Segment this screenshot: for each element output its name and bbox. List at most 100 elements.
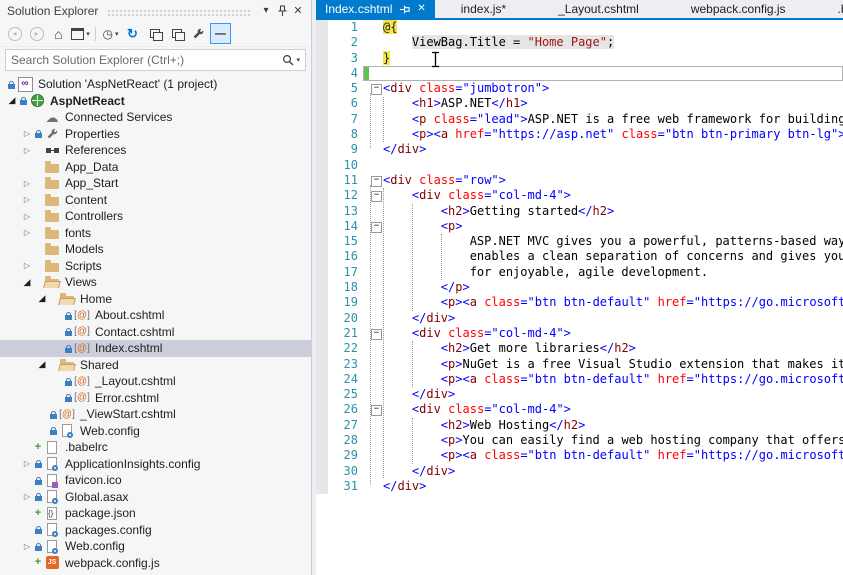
line-number[interactable]: 27 bbox=[328, 418, 364, 433]
line-number[interactable]: 14 bbox=[328, 219, 364, 234]
code-line-5[interactable]: 5−<div class="jumbotron"> bbox=[316, 81, 843, 96]
code-line-29[interactable]: 29 <p><a class="btn btn-default" href="h… bbox=[316, 448, 843, 463]
tree-item-app-data[interactable]: App_Data bbox=[0, 159, 311, 176]
code-text[interactable]: } bbox=[383, 51, 843, 66]
tree-item-connected-services[interactable]: ☁Connected Services bbox=[0, 109, 311, 126]
code-text[interactable]: <h2>Web Hosting</h2> bbox=[383, 418, 843, 433]
pending-changes-filter-button[interactable]: ◷▾ bbox=[100, 23, 121, 44]
line-number[interactable]: 11 bbox=[328, 173, 364, 188]
code-line-31[interactable]: 31 </div> bbox=[316, 479, 843, 494]
expand-arrow-icon[interactable]: ▷ bbox=[21, 179, 33, 188]
code-line-16[interactable]: 16 enables a clean separation of concern… bbox=[316, 249, 843, 264]
expand-arrow-icon[interactable]: ▷ bbox=[21, 129, 33, 138]
forward-button[interactable]: ▸ bbox=[26, 23, 47, 44]
panel-drag-grip[interactable] bbox=[107, 9, 251, 16]
tree-item-aspnetreact[interactable]: ◢AspNetReact bbox=[0, 93, 311, 110]
tree-item-properties[interactable]: ▷Properties bbox=[0, 126, 311, 143]
code-text[interactable]: <h1>ASP.NET</h1> bbox=[383, 96, 843, 111]
line-number[interactable]: 17 bbox=[328, 265, 364, 280]
code-line-8[interactable]: 8 <p><a href="https://asp.net" class="bt… bbox=[316, 127, 843, 142]
code-line-9[interactable]: 9 </div> bbox=[316, 142, 843, 157]
code-line-7[interactable]: 7 <p class="lead">ASP.NET is a free web … bbox=[316, 112, 843, 127]
expand-arrow-icon[interactable]: ▷ bbox=[21, 212, 33, 221]
code-text[interactable]: <p><a href="https://asp.net" class="btn … bbox=[383, 127, 843, 142]
fold-margin[interactable]: − bbox=[369, 402, 383, 417]
code-text[interactable]: </div> bbox=[383, 479, 843, 494]
tree-item-about-cshtml[interactable]: [@]About.cshtml bbox=[0, 307, 311, 324]
tree-item-babelrc[interactable]: +.babelrc bbox=[0, 439, 311, 456]
code-line-4[interactable]: 4 bbox=[316, 66, 843, 81]
tree-item-contact-cshtml[interactable]: [@]Contact.cshtml bbox=[0, 324, 311, 341]
code-text[interactable]: </div> bbox=[383, 142, 843, 157]
collapse-arrow-icon[interactable]: ◢ bbox=[6, 95, 18, 106]
line-number[interactable]: 1 bbox=[328, 20, 364, 35]
code-line-20[interactable]: 20 </div> bbox=[316, 311, 843, 326]
line-number[interactable]: 26 bbox=[328, 402, 364, 417]
expand-arrow-icon[interactable]: ▷ bbox=[21, 492, 33, 501]
line-number[interactable]: 5 bbox=[328, 81, 364, 96]
code-line-2[interactable]: 2 ViewBag.Title = "Home Page"; bbox=[316, 35, 843, 50]
code-text[interactable] bbox=[383, 158, 843, 173]
expand-arrow-icon[interactable]: ▷ bbox=[21, 459, 33, 468]
tree-item-error-cshtml[interactable]: [@]Error.cshtml bbox=[0, 390, 311, 407]
code-text[interactable]: </div> bbox=[383, 311, 843, 326]
tree-item-favicon-ico[interactable]: favicon.ico bbox=[0, 472, 311, 489]
line-number[interactable]: 24 bbox=[328, 372, 364, 387]
code-line-1[interactable]: 1 @{ bbox=[316, 20, 843, 35]
line-number[interactable]: 21 bbox=[328, 326, 364, 341]
expand-arrow-icon[interactable]: ▷ bbox=[21, 146, 33, 155]
tree-item-layout-cshtml[interactable]: [@]_Layout.cshtml bbox=[0, 373, 311, 390]
code-line-30[interactable]: 30 </div> bbox=[316, 464, 843, 479]
show-all-files-button[interactable] bbox=[166, 23, 187, 44]
pin-icon[interactable] bbox=[274, 3, 290, 18]
code-line-10[interactable]: 10 bbox=[316, 158, 843, 173]
tab-layout-cshtml[interactable]: _Layout.cshtml bbox=[532, 0, 665, 18]
line-number[interactable]: 3 bbox=[328, 51, 364, 66]
fold-margin[interactable]: − bbox=[369, 81, 383, 96]
code-text[interactable]: ViewBag.Title = "Home Page"; bbox=[383, 35, 843, 50]
line-number[interactable]: 18 bbox=[328, 280, 364, 295]
collapse-region-box[interactable]: − bbox=[371, 222, 382, 233]
tree-item-controllers[interactable]: ▷Controllers bbox=[0, 208, 311, 225]
tree-item-web-config[interactable]: ▷Web.config bbox=[0, 538, 311, 555]
line-number[interactable]: 9 bbox=[328, 142, 364, 157]
collapse-region-box[interactable]: − bbox=[371, 176, 382, 187]
tree-item-applicationinsights-config[interactable]: ▷ApplicationInsights.config bbox=[0, 456, 311, 473]
code-line-13[interactable]: 13 <h2>Getting started</h2> bbox=[316, 204, 843, 219]
code-line-25[interactable]: 25 </div> bbox=[316, 387, 843, 402]
home-button[interactable]: ⌂ bbox=[48, 23, 69, 44]
line-number[interactable]: 31 bbox=[328, 479, 364, 494]
line-number[interactable]: 23 bbox=[328, 357, 364, 372]
line-number[interactable]: 28 bbox=[328, 433, 364, 448]
code-text[interactable]: <div class="row"> bbox=[383, 173, 843, 188]
code-line-12[interactable]: 12− <div class="col-md-4"> bbox=[316, 188, 843, 203]
tree-item-home[interactable]: ◢Home bbox=[0, 291, 311, 308]
tree-item-models[interactable]: Models bbox=[0, 241, 311, 258]
code-text[interactable]: for enjoyable, agile development. bbox=[383, 265, 843, 280]
tree-item-shared[interactable]: ◢Shared bbox=[0, 357, 311, 374]
code-text[interactable]: @{ bbox=[383, 20, 843, 35]
line-number[interactable]: 6 bbox=[328, 96, 364, 111]
code-text[interactable]: <div class="col-md-4"> bbox=[383, 188, 843, 203]
expand-arrow-icon[interactable]: ▷ bbox=[21, 228, 33, 237]
code-text[interactable]: <div class="col-md-4"> bbox=[383, 326, 843, 341]
code-text[interactable]: </div> bbox=[383, 464, 843, 479]
code-text[interactable]: <p><a class="btn btn-default" href="http… bbox=[383, 448, 843, 463]
collapse-arrow-icon[interactable]: ◢ bbox=[21, 277, 33, 288]
tab-babelrc[interactable]: .babelrc bbox=[812, 0, 843, 18]
tree-item-package-json[interactable]: +package.json bbox=[0, 505, 311, 522]
close-tab-icon[interactable]: ✕ bbox=[417, 4, 425, 14]
collapse-arrow-icon[interactable]: ◢ bbox=[36, 293, 48, 304]
tree-item-webpack-config-js[interactable]: +JSwebpack.config.js bbox=[0, 555, 311, 572]
collapse-region-box[interactable]: − bbox=[371, 84, 382, 95]
code-line-28[interactable]: 28 <p>You can easily find a web hosting … bbox=[316, 433, 843, 448]
tab-index-cshtml[interactable]: Index.cshtml✕ bbox=[316, 0, 435, 18]
line-number[interactable]: 20 bbox=[328, 311, 364, 326]
tree-item-views[interactable]: ◢Views bbox=[0, 274, 311, 291]
back-button[interactable]: ◂ bbox=[4, 23, 25, 44]
code-text[interactable]: <p>NuGet is a free Visual Studio extensi… bbox=[383, 357, 843, 372]
fold-margin[interactable]: − bbox=[369, 188, 383, 203]
pin-icon[interactable] bbox=[399, 4, 410, 15]
line-number[interactable]: 7 bbox=[328, 112, 364, 127]
tree-item-scripts[interactable]: ▷Scripts bbox=[0, 258, 311, 275]
